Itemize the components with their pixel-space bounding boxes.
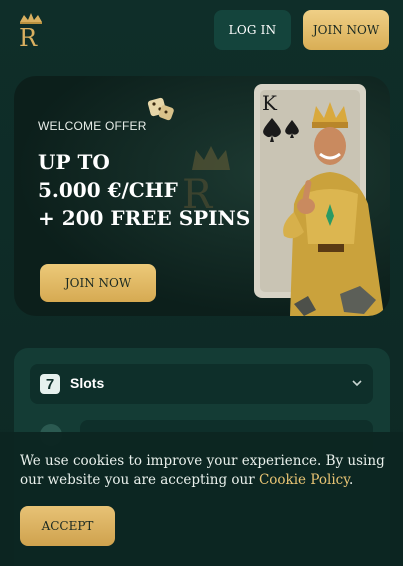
chevron-down-icon (352, 380, 362, 387)
cookie-policy-link[interactable]: Cookie Policy (259, 472, 349, 488)
join-now-header-button[interactable]: JOIN NOW (303, 10, 389, 50)
cookie-message-suffix: . (349, 472, 354, 488)
king-character-illustration (283, 102, 384, 316)
login-button[interactable]: LOG IN (214, 10, 291, 50)
cookie-message: We use cookies to improve your experienc… (20, 452, 388, 490)
offer-line-3: + 200 FREE SPINS (38, 206, 251, 230)
welcome-offer-banner[interactable]: R K WELCOME OFFER UP TO 5.000 €/CHF + 20… (14, 76, 390, 316)
category-slots[interactable]: 7 Slots (30, 364, 373, 404)
slots-seven-icon: 7 (40, 374, 60, 394)
join-now-hero-button[interactable]: JOIN NOW (40, 264, 156, 302)
dice-icon (147, 97, 174, 121)
category-slots-label: Slots (70, 375, 105, 391)
offer-headline: UP TO 5.000 €/CHF + 200 FREE SPINS (38, 148, 250, 232)
brand-logo[interactable]: R (16, 12, 46, 52)
header: R LOG IN JOIN NOW (0, 0, 403, 62)
logo-letter: R (19, 24, 38, 52)
welcome-offer-eyebrow: WELCOME OFFER (38, 119, 147, 133)
offer-line-2: 5.000 €/CHF (38, 178, 178, 202)
cookie-banner: We use cookies to improve your experienc… (0, 432, 403, 566)
page: R LOG IN JOIN NOW R K WELCOME OFFER UP T… (0, 0, 403, 566)
accept-cookies-button[interactable]: ACCEPT (20, 506, 115, 546)
offer-line-1: UP TO (38, 150, 110, 174)
